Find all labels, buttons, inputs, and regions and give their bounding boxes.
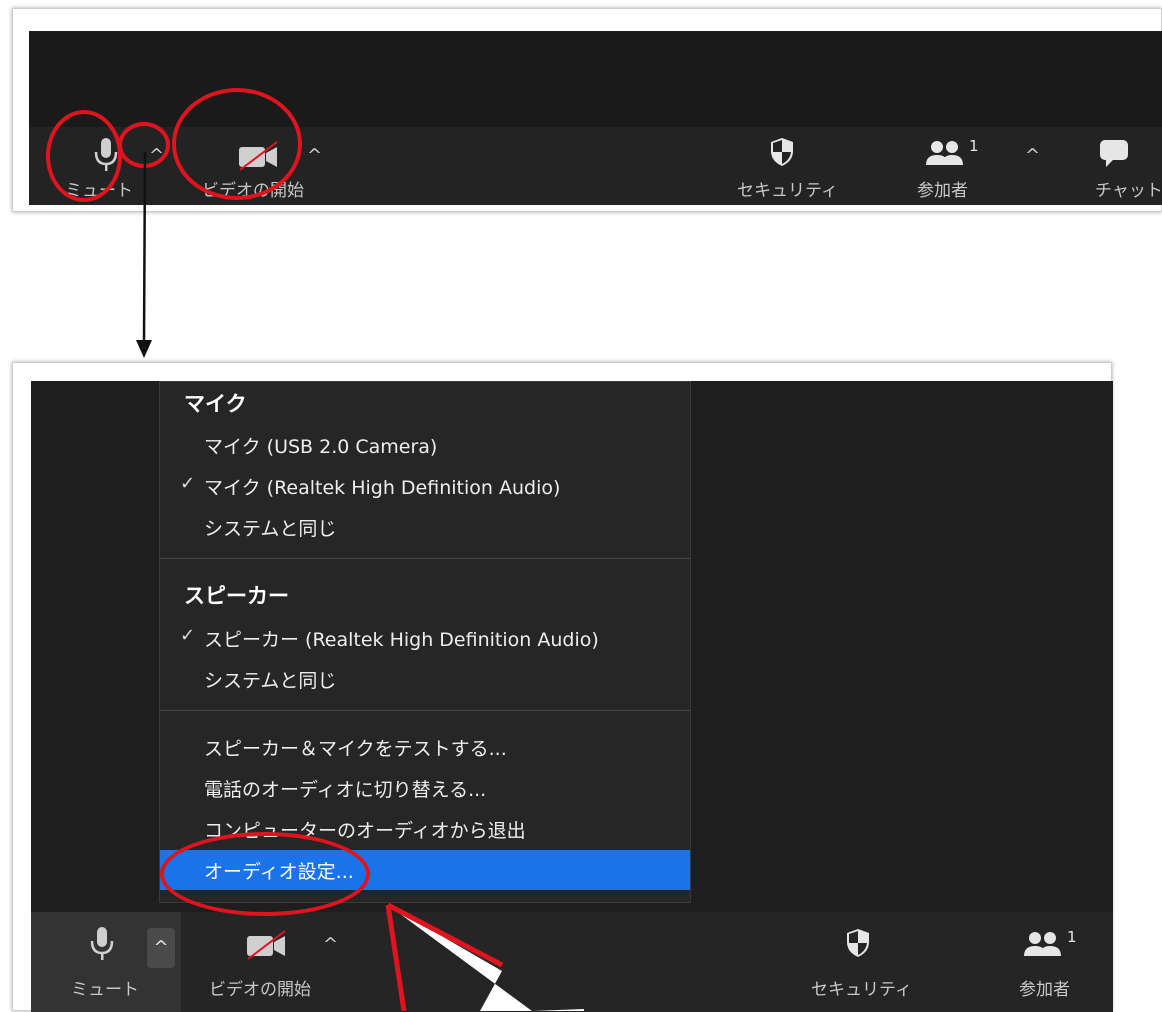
menu-item-speaker-system[interactable]: システムと同じ xyxy=(204,666,336,693)
annotation-arrow-pointer xyxy=(385,902,584,1011)
participants-count: 1 xyxy=(1067,928,1077,946)
menu-item-mic-usb[interactable]: マイク (USB 2.0 Camera) xyxy=(204,432,437,459)
check-icon: ✓ xyxy=(180,625,196,646)
microphone-icon xyxy=(90,927,114,960)
video-off-icon xyxy=(247,930,286,960)
annotation-circle-mute xyxy=(46,110,122,202)
mute-label: ミュート xyxy=(71,980,139,1000)
participants-button[interactable]: 1 参加者 xyxy=(997,912,1093,1012)
shield-icon xyxy=(847,929,869,957)
annotation-arrow-down xyxy=(136,151,152,358)
participants-button[interactable]: 1 参加者 xyxy=(895,127,991,205)
participants-icon xyxy=(926,141,963,165)
mute-button-active[interactable]: ミュート ^ xyxy=(31,912,181,1012)
menu-item-mic-realtek[interactable]: マイク (Realtek High Definition Audio) xyxy=(204,473,560,500)
participants-count: 1 xyxy=(969,137,979,155)
security-label: セキュリティ xyxy=(737,181,838,201)
chat-label: チャット xyxy=(1095,181,1162,201)
menu-item-switch-phone-audio[interactable]: 電話のオーディオに切り替える... xyxy=(204,775,486,802)
menu-divider xyxy=(160,710,690,711)
audio-options-caret[interactable]: ^ xyxy=(147,928,175,968)
security-button[interactable]: セキュリティ xyxy=(727,127,838,205)
video-label: ビデオの開始 xyxy=(209,980,311,1000)
participants-icon xyxy=(1024,932,1061,956)
menu-divider xyxy=(160,558,690,559)
menu-item-mic-system[interactable]: システムと同じ xyxy=(204,514,336,541)
check-icon: ✓ xyxy=(180,473,196,494)
shield-icon xyxy=(771,138,793,166)
video-options-caret[interactable]: ^ xyxy=(307,145,322,166)
participants-options-caret[interactable]: ^ xyxy=(1025,145,1040,166)
chat-bubble-icon xyxy=(1100,140,1128,167)
menu-item-test-audio[interactable]: スピーカー＆マイクをテストする... xyxy=(204,734,507,761)
participants-label: 参加者 xyxy=(1019,980,1070,1000)
audio-dropdown-menu: マイク マイク (USB 2.0 Camera) ✓ マイク (Realtek … xyxy=(159,381,691,903)
mic-section-heading: マイク xyxy=(184,392,247,416)
participants-label: 参加者 xyxy=(917,181,968,201)
annotation-circle-audio-settings xyxy=(160,832,370,916)
annotation-circle-video xyxy=(172,88,302,200)
menu-item-speaker-realtek[interactable]: スピーカー (Realtek High Definition Audio) xyxy=(204,625,599,652)
security-button[interactable]: セキュリティ xyxy=(801,912,912,1012)
security-label: セキュリティ xyxy=(811,980,912,1000)
start-video-button[interactable]: ビデオの開始 xyxy=(201,912,341,1012)
speaker-section-heading: スピーカー xyxy=(184,584,289,608)
chat-button[interactable]: チャット xyxy=(1069,127,1162,205)
video-options-caret[interactable]: ^ xyxy=(323,934,338,955)
